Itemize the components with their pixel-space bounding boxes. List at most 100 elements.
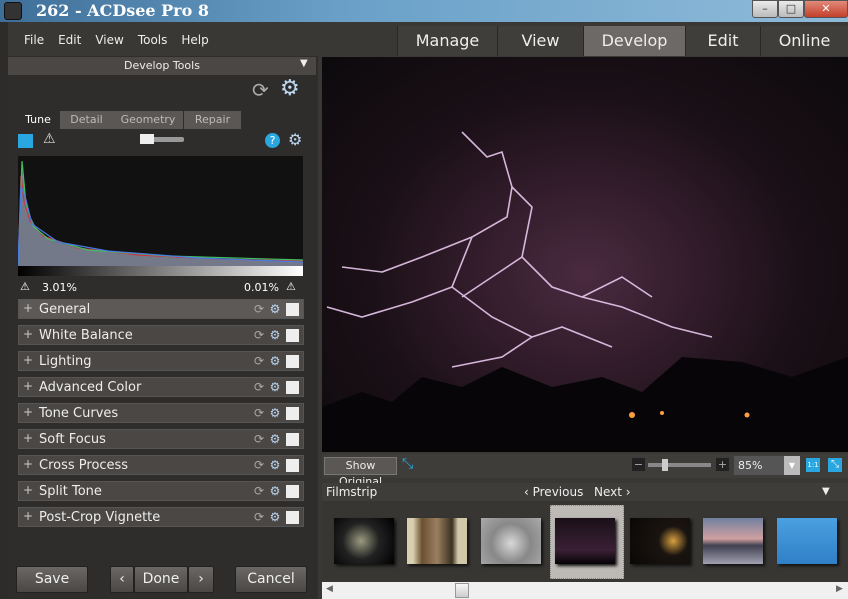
section-soft-focus[interactable]: + Soft Focus ⟳ ⚙ xyxy=(18,429,304,449)
chevron-down-icon[interactable]: ▼ xyxy=(784,456,800,475)
minimize-button[interactable]: – xyxy=(752,0,778,18)
thumbnail-selected[interactable] xyxy=(555,518,615,564)
show-original-button[interactable]: Show Original xyxy=(324,457,397,488)
gear-icon[interactable]: ⚙ xyxy=(267,458,283,472)
help-icon[interactable]: ? xyxy=(265,133,280,148)
reset-icon[interactable]: ⟳ xyxy=(251,432,267,446)
mode-manage[interactable]: Manage xyxy=(397,26,497,56)
gear-icon[interactable]: ⚙ xyxy=(267,380,283,394)
reset-icon[interactable]: ⟳ xyxy=(251,302,267,316)
menu-help[interactable]: Help xyxy=(181,33,208,47)
zoom-out-button[interactable]: − xyxy=(632,458,645,471)
fullscreen-icon[interactable]: ⤡ xyxy=(828,458,842,472)
expand-icon[interactable]: + xyxy=(21,354,35,368)
expand-icon[interactable]: + xyxy=(21,484,35,498)
section-checkbox[interactable] xyxy=(286,484,299,498)
reset-icon[interactable]: ⟳ xyxy=(251,484,267,498)
reset-icon[interactable]: ⟳ xyxy=(251,380,267,394)
section-checkbox[interactable] xyxy=(286,380,299,394)
thumbnail[interactable] xyxy=(630,518,690,564)
thumbnail[interactable] xyxy=(703,518,763,564)
menu-view[interactable]: View xyxy=(95,33,123,47)
mode-develop[interactable]: Develop xyxy=(583,26,685,56)
section-split-tone[interactable]: + Split Tone ⟳ ⚙ xyxy=(18,481,304,501)
scroll-right-icon[interactable]: ▶ xyxy=(836,584,843,594)
section-cross-process[interactable]: + Cross Process ⟳ ⚙ xyxy=(18,455,304,475)
tab-tune[interactable]: Tune xyxy=(16,111,60,129)
mode-edit[interactable]: Edit xyxy=(685,26,760,56)
expand-icon[interactable]: + xyxy=(21,406,35,420)
panel-menu-icon[interactable]: ▼ xyxy=(300,58,308,69)
thumbnail[interactable] xyxy=(334,518,394,564)
reset-icon[interactable]: ⟳ xyxy=(251,354,267,368)
app-icon[interactable] xyxy=(4,2,22,20)
gear-icon[interactable]: ⚙ xyxy=(267,354,283,368)
gear-icon[interactable]: ⚙ xyxy=(267,432,283,446)
tune-settings-icon[interactable]: ⚙ xyxy=(288,130,302,149)
brush-slider-icon[interactable] xyxy=(140,134,184,144)
section-checkbox[interactable] xyxy=(286,406,299,420)
mode-view[interactable]: View xyxy=(497,26,583,56)
done-button[interactable]: Done xyxy=(134,566,188,593)
gear-icon[interactable]: ⚙ xyxy=(267,302,283,316)
previous-image-button[interactable]: ‹ xyxy=(110,566,134,593)
menu-edit[interactable]: Edit xyxy=(58,33,81,47)
next-image-button[interactable]: › xyxy=(188,566,214,593)
zoom-slider[interactable] xyxy=(648,459,711,471)
expand-icon[interactable]: + xyxy=(21,510,35,524)
mode-online[interactable]: Online xyxy=(760,26,848,56)
section-checkbox[interactable] xyxy=(286,510,299,524)
section-lighting[interactable]: + Lighting ⟳ ⚙ xyxy=(18,351,304,371)
expand-icon[interactable]: + xyxy=(21,328,35,342)
section-general[interactable]: + General ⟳ ⚙ xyxy=(18,299,304,319)
scroll-left-icon[interactable]: ◀ xyxy=(326,584,333,594)
actual-size-button[interactable]: 1:1 xyxy=(806,458,820,472)
previous-link[interactable]: ‹ Previous xyxy=(524,485,583,499)
section-checkbox[interactable] xyxy=(286,328,299,342)
zoom-in-button[interactable]: + xyxy=(716,458,729,471)
menu-tools[interactable]: Tools xyxy=(138,33,168,47)
expand-icon[interactable]: + xyxy=(21,432,35,446)
gear-icon[interactable]: ⚙ xyxy=(267,406,283,420)
gear-icon[interactable]: ⚙ xyxy=(267,484,283,498)
fit-expand-icon[interactable]: ⤡ xyxy=(402,456,413,472)
reset-icon[interactable]: ⟳ xyxy=(251,328,267,342)
thumbnail[interactable] xyxy=(481,518,541,564)
tab-geometry[interactable]: Geometry xyxy=(113,111,183,129)
section-post-crop-vignette[interactable]: + Post-Crop Vignette ⟳ ⚙ xyxy=(18,507,304,527)
cancel-button[interactable]: Cancel xyxy=(235,566,307,593)
reset-all-icon[interactable]: ⟳ xyxy=(252,78,269,102)
expand-icon[interactable]: + xyxy=(21,458,35,472)
save-button[interactable]: Save xyxy=(16,566,88,593)
filmstrip-scrollbar[interactable]: ◀ ▶ xyxy=(322,582,848,599)
close-button[interactable]: ✕ xyxy=(804,0,848,18)
reset-icon[interactable]: ⟳ xyxy=(251,458,267,472)
next-link[interactable]: Next › xyxy=(594,485,631,499)
maximize-button[interactable]: □ xyxy=(778,0,804,18)
section-tone-curves[interactable]: + Tone Curves ⟳ ⚙ xyxy=(18,403,304,423)
section-checkbox[interactable] xyxy=(286,354,299,368)
gear-icon[interactable]: ⚙ xyxy=(267,328,283,342)
section-white-balance[interactable]: + White Balance ⟳ ⚙ xyxy=(18,325,304,345)
shadow-warning-icon[interactable]: ⚠ xyxy=(20,280,30,293)
gear-icon[interactable]: ⚙ xyxy=(267,510,283,524)
menu-file[interactable]: File xyxy=(24,33,44,47)
section-checkbox[interactable] xyxy=(286,458,299,472)
thumbnail[interactable] xyxy=(407,518,467,564)
warning-icon[interactable]: ⚠ xyxy=(43,131,56,147)
tab-repair[interactable]: Repair xyxy=(184,111,241,129)
section-checkbox[interactable] xyxy=(286,302,299,316)
histogram-icon[interactable] xyxy=(18,134,33,148)
settings-gear-icon[interactable]: ⚙ xyxy=(280,76,300,101)
thumbnail[interactable] xyxy=(777,518,837,564)
highlight-warning-icon[interactable]: ⚠ xyxy=(286,280,296,293)
reset-icon[interactable]: ⟳ xyxy=(251,510,267,524)
tab-detail[interactable]: Detail xyxy=(60,111,113,129)
reset-icon[interactable]: ⟳ xyxy=(251,406,267,420)
section-checkbox[interactable] xyxy=(286,432,299,446)
filmstrip-menu-icon[interactable]: ▼ xyxy=(822,486,830,497)
section-advanced-color[interactable]: + Advanced Color ⟳ ⚙ xyxy=(18,377,304,397)
zoom-select[interactable]: 85% ▼ xyxy=(734,456,800,475)
expand-icon[interactable]: + xyxy=(21,380,35,394)
expand-icon[interactable]: + xyxy=(21,302,35,316)
